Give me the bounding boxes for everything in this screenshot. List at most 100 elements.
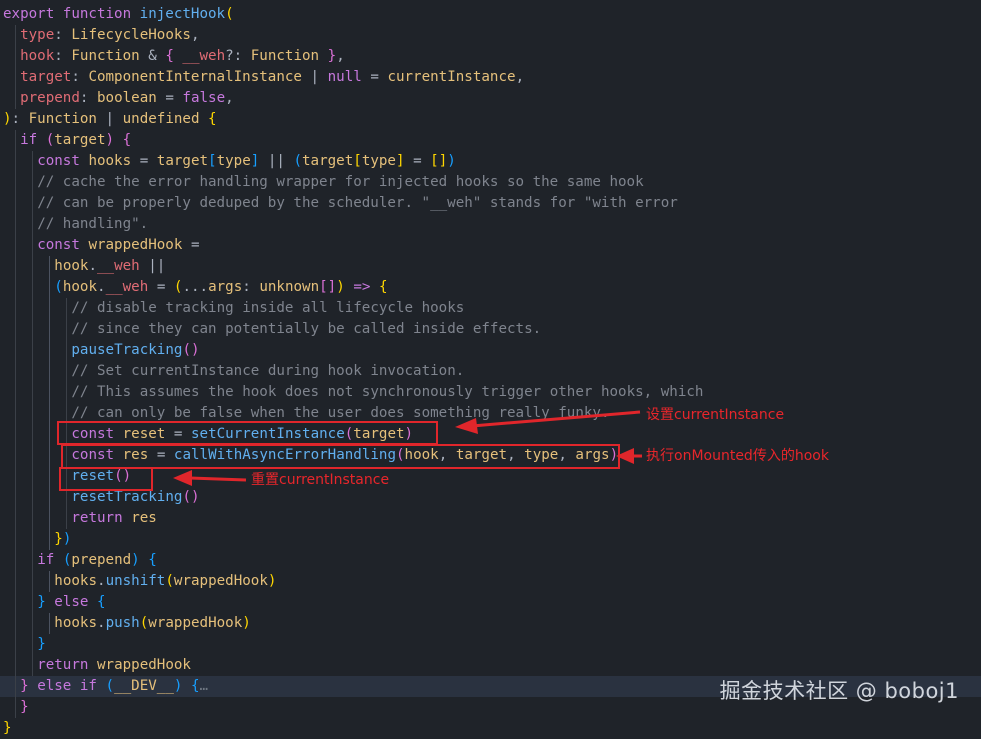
indent-guide: [15, 424, 16, 445]
indent-guide: [15, 340, 16, 361]
code-line[interactable]: pauseTracking(): [0, 340, 981, 361]
code-text: // since they can potentially be called …: [71, 319, 541, 340]
code-token: target: [156, 153, 209, 169]
indent-guide: [32, 340, 34, 361]
indent-guide: [49, 529, 51, 550]
code-line[interactable]: // handling".: [0, 214, 981, 235]
code-token: ): [242, 615, 251, 631]
code-line[interactable]: }): [0, 529, 981, 550]
code-token: :: [54, 27, 72, 43]
code-token: (: [105, 678, 115, 694]
indent-guide: [32, 592, 34, 613]
code-token: return: [37, 657, 97, 673]
code-line[interactable]: hook.__weh ||: [0, 256, 981, 277]
code-token: LifecycleHooks: [71, 27, 191, 43]
indent-guide: [15, 67, 16, 88]
code-text: // disable tracking inside all lifecycle…: [71, 298, 464, 319]
indent-guide: [32, 382, 34, 403]
code-editor[interactable]: export function injectHook(type: Lifecyc…: [0, 0, 981, 736]
code-token: =>: [353, 279, 379, 295]
indent-guide: [32, 508, 34, 529]
code-line[interactable]: hooks.unshift(wrappedHook): [0, 571, 981, 592]
code-token: prepend: [20, 90, 80, 106]
code-line[interactable]: // Set currentInstance during hook invoc…: [0, 361, 981, 382]
code-line[interactable]: // disable tracking inside all lifecycle…: [0, 298, 981, 319]
indent-guide: [15, 445, 16, 466]
code-line[interactable]: // can be properly deduped by the schedu…: [0, 193, 981, 214]
code-text: prepend: boolean = false,: [20, 88, 234, 109]
code-token: =: [190, 237, 200, 253]
code-token: ]: [395, 153, 414, 169]
code-token: wrappedHook: [88, 237, 191, 253]
code-text: type: LifecycleHooks,: [20, 25, 199, 46]
indent-guide: [32, 256, 34, 277]
code-text: }): [54, 529, 71, 550]
code-token: undefined: [122, 111, 209, 127]
code-token: // disable tracking inside all lifecycle…: [71, 300, 465, 316]
code-token: target: [20, 69, 72, 85]
code-text: }: [20, 697, 29, 718]
indent-guide: [32, 613, 34, 634]
code-line[interactable]: hook: Function & { __weh?: Function },: [0, 46, 981, 67]
code-line[interactable]: if (target) {: [0, 130, 981, 151]
code-line[interactable]: hooks.push(wrappedHook): [0, 613, 981, 634]
indent-guide: [32, 172, 34, 193]
code-line[interactable]: const hooks = target[type] || (target[ty…: [0, 151, 981, 172]
code-line[interactable]: return res: [0, 508, 981, 529]
code-line[interactable]: }: [0, 718, 981, 739]
code-token: Function: [71, 48, 149, 64]
code-token: false: [182, 90, 226, 106]
code-token: hook: [54, 258, 89, 274]
code-line[interactable]: export function injectHook(: [0, 4, 981, 25]
code-token: .: [97, 279, 106, 295]
code-token: =: [139, 153, 157, 169]
code-token: }: [327, 48, 337, 64]
code-token: injectHook: [139, 6, 226, 22]
code-token: =: [165, 90, 183, 106]
indent-guide: [15, 592, 16, 613]
code-token: {: [378, 279, 388, 295]
code-line[interactable]: return wrappedHook: [0, 655, 981, 676]
code-token: ): [3, 111, 12, 127]
code-token: if: [20, 132, 46, 148]
code-text: // cache the error handling wrapper for …: [37, 172, 643, 193]
code-line[interactable]: prepend: boolean = false,: [0, 88, 981, 109]
indent-guide: [32, 529, 34, 550]
code-line[interactable]: ): Function | undefined {: [0, 109, 981, 130]
code-token: |: [310, 69, 328, 85]
code-token: target: [54, 132, 106, 148]
code-token: ): [62, 531, 72, 547]
code-token: else if: [37, 678, 106, 694]
code-token: {: [208, 111, 217, 127]
code-token: // can only be false when the user does …: [71, 405, 610, 421]
code-token: }: [37, 636, 46, 652]
code-line[interactable]: // since they can potentially be called …: [0, 319, 981, 340]
indent-guide: [15, 487, 16, 508]
code-token: hooks: [54, 573, 98, 589]
code-line[interactable]: // This assumes the hook does not synchr…: [0, 382, 981, 403]
code-line[interactable]: (hook.__weh = (...args: unknown[]) => {: [0, 277, 981, 298]
indent-guide: [49, 445, 51, 466]
code-line[interactable]: type: LifecycleHooks,: [0, 25, 981, 46]
indent-guide: [15, 319, 16, 340]
code-line[interactable]: target: ComponentInternalInstance | null…: [0, 67, 981, 88]
code-text: const wrappedHook =: [37, 235, 199, 256]
indent-guide: [15, 130, 16, 151]
code-line[interactable]: if (prepend) {: [0, 550, 981, 571]
code-text: hook: Function & { __weh?: Function },: [20, 46, 345, 67]
code-token: hook: [62, 279, 98, 295]
code-line[interactable]: // cache the error handling wrapper for …: [0, 172, 981, 193]
indent-guide: [66, 340, 68, 361]
code-token: ,: [515, 69, 525, 85]
code-token: ): [447, 153, 456, 169]
indent-guide: [49, 424, 51, 445]
code-line[interactable]: const wrappedHook =: [0, 235, 981, 256]
code-token: .: [97, 573, 106, 589]
annotation-exec-hook: 执行onMounted传入的hook: [646, 448, 829, 464]
code-token: {: [190, 678, 200, 694]
indent-guide: [15, 214, 16, 235]
indent-guide: [32, 151, 34, 172]
code-line[interactable]: }: [0, 634, 981, 655]
indent-guide: [49, 508, 51, 529]
code-line[interactable]: } else {: [0, 592, 981, 613]
